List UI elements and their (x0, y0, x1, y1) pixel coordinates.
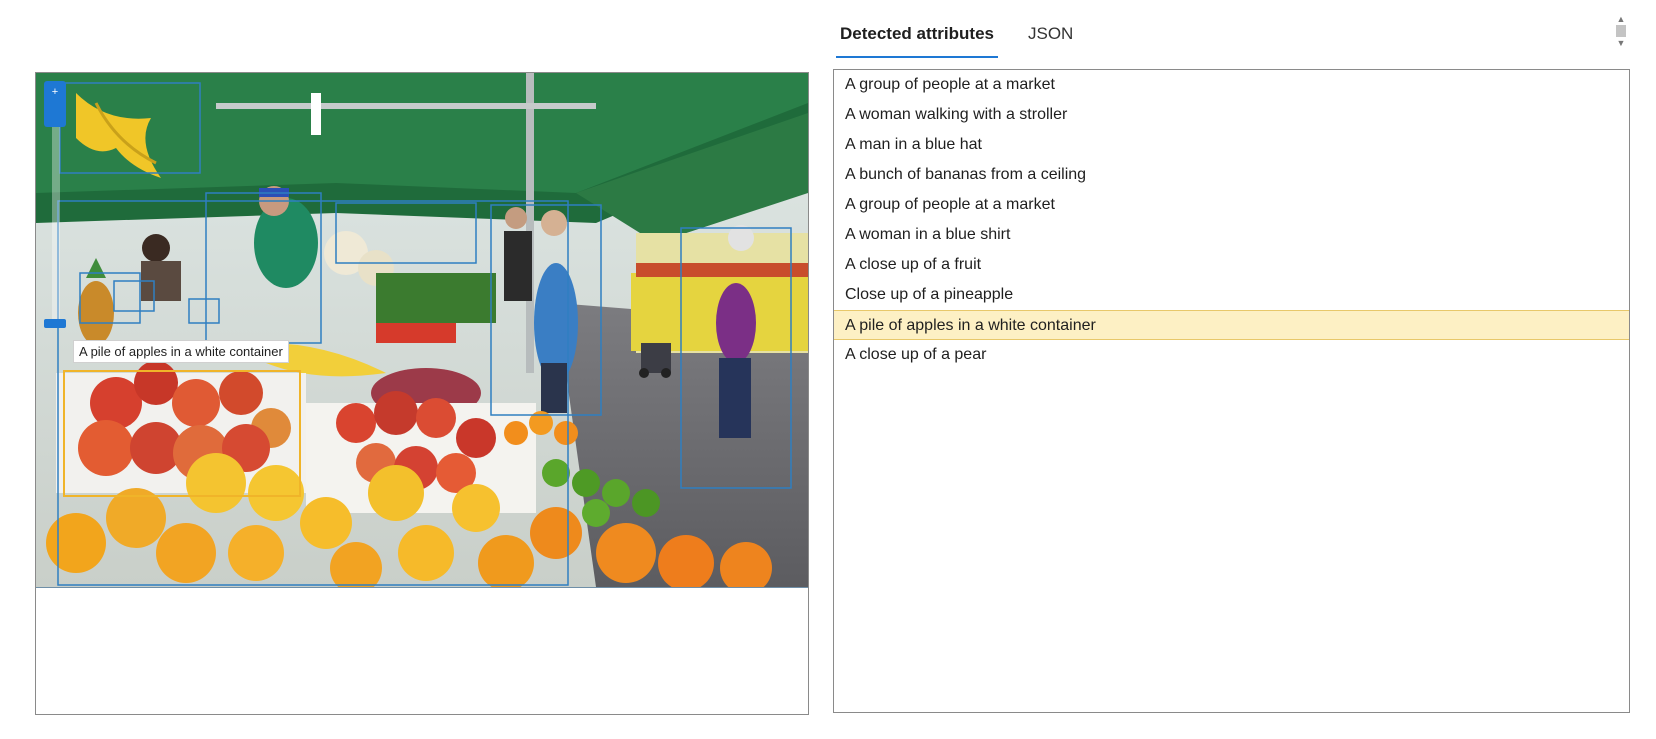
list-item[interactable]: A close up of a pear (834, 340, 1629, 370)
tab-json[interactable]: JSON (1024, 18, 1077, 58)
image-viewer: + A pile of apples in a white container (35, 72, 809, 715)
tab-bar: Detected attributes JSON (836, 18, 1077, 58)
scroll-thumb[interactable] (1616, 25, 1626, 37)
plus-icon: + (51, 86, 59, 98)
panel-scrollbar[interactable]: ▲ ▼ (1614, 14, 1628, 56)
zoom-control[interactable]: + (44, 81, 68, 331)
list-item[interactable]: A woman walking with a stroller (834, 100, 1629, 130)
tab-detected-attributes[interactable]: Detected attributes (836, 18, 998, 58)
market-photo (36, 73, 808, 588)
list-item-selected[interactable]: A pile of apples in a white container (834, 310, 1629, 340)
zoom-slider-thumb[interactable] (44, 319, 66, 328)
list-item[interactable]: A man in a blue hat (834, 130, 1629, 160)
selected-region-tooltip: A pile of apples in a white container (73, 340, 289, 363)
zoom-in-button[interactable]: + (44, 81, 66, 127)
detected-attributes-list: A group of people at a market A woman wa… (833, 69, 1630, 713)
list-item[interactable]: A close up of a fruit (834, 250, 1629, 280)
list-item[interactable]: Close up of a pineapple (834, 280, 1629, 310)
list-item[interactable]: A woman in a blue shirt (834, 220, 1629, 250)
zoom-track[interactable] (52, 121, 60, 321)
list-item[interactable]: A bunch of bananas from a ceiling (834, 160, 1629, 190)
scroll-up-icon[interactable]: ▲ (1614, 14, 1628, 24)
list-item[interactable]: A group of people at a market (834, 70, 1629, 100)
scroll-down-icon[interactable]: ▼ (1614, 38, 1628, 48)
list-item[interactable]: A group of people at a market (834, 190, 1629, 220)
